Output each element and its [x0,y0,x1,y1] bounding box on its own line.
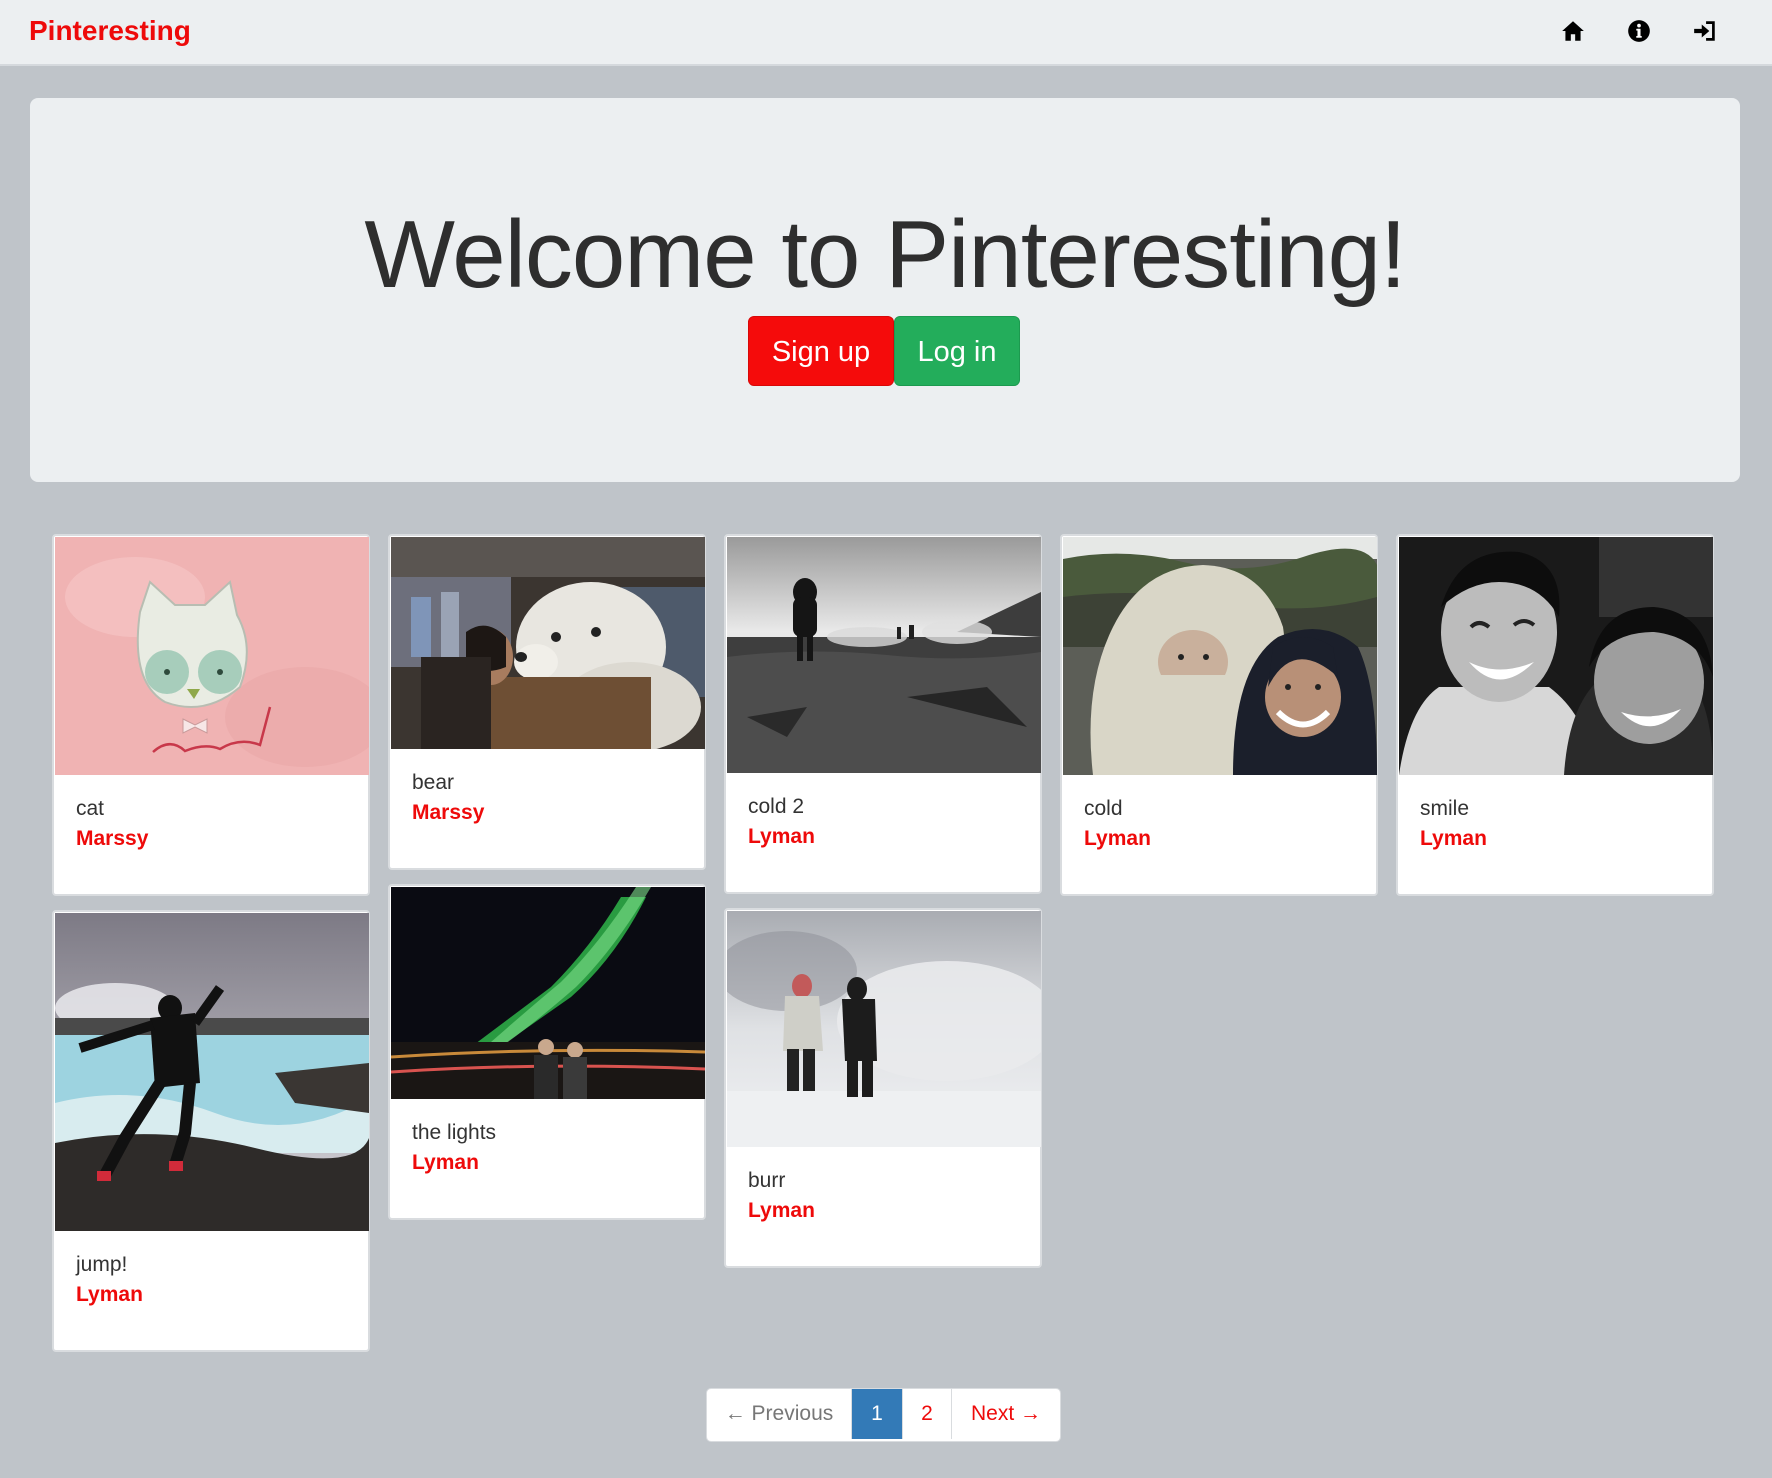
next-page-button[interactable]: Next → [952,1389,1060,1439]
page-1-button[interactable]: 1 [852,1389,903,1439]
pin-card[interactable]: cat Marssy [52,534,370,896]
pin-description: jump! [76,1253,128,1276]
pin-author-link[interactable]: Lyman [1420,826,1487,852]
pin-author-link[interactable]: Marssy [412,800,484,826]
home-icon[interactable] [1558,16,1588,46]
pin-description: the lights [412,1121,497,1144]
pagination: ← Previous 1 2 Next → [706,1388,1061,1442]
page-2-button[interactable]: 2 [903,1389,952,1439]
pin-card[interactable]: smile Lyman [1396,534,1714,896]
pin-author-link[interactable]: Lyman [748,1198,815,1224]
pin-image[interactable] [55,913,369,1231]
pin-image[interactable] [55,537,369,775]
pin-card[interactable]: the lights Lyman [388,884,706,1220]
welcome-jumbotron: Welcome to Pinteresting! Sign up Log in [30,98,1740,482]
log-in-button[interactable]: Log in [894,316,1020,386]
navbar: Pinteresting [0,0,1772,66]
pin-description: bear [412,771,455,794]
info-icon[interactable] [1624,16,1654,46]
pin-description: cat [76,797,105,820]
pin-author-link[interactable]: Lyman [76,1282,143,1308]
pin-description: burr [748,1169,786,1192]
pin-description: cold 2 [748,795,805,818]
pin-image[interactable] [1063,537,1377,775]
pin-card[interactable]: cold Lyman [1060,534,1378,896]
pin-image[interactable] [727,537,1041,773]
pin-card[interactable]: jump! Lyman [52,910,370,1352]
pin-image[interactable] [391,887,705,1099]
pin-image[interactable] [1399,537,1713,775]
brand-logo[interactable]: Pinteresting [29,14,191,48]
previous-page-button[interactable]: ← Previous [707,1389,852,1439]
pin-author-link[interactable]: Marssy [76,826,148,852]
sign-up-button[interactable]: Sign up [748,316,894,386]
pin-card[interactable]: burr Lyman [724,908,1042,1268]
page-title: Welcome to Pinteresting! [364,201,1406,308]
pin-description: cold [1084,797,1123,820]
log-in-icon[interactable] [1690,16,1720,46]
pin-author-link[interactable]: Lyman [748,824,815,850]
pin-image[interactable] [391,537,705,749]
pin-description: smile [1420,797,1470,820]
pin-card[interactable]: bear Marssy [388,534,706,870]
pin-card[interactable]: cold 2 Lyman [724,534,1042,894]
pin-author-link[interactable]: Lyman [412,1150,479,1176]
pin-author-link[interactable]: Lyman [1084,826,1151,852]
pin-image[interactable] [727,911,1041,1147]
